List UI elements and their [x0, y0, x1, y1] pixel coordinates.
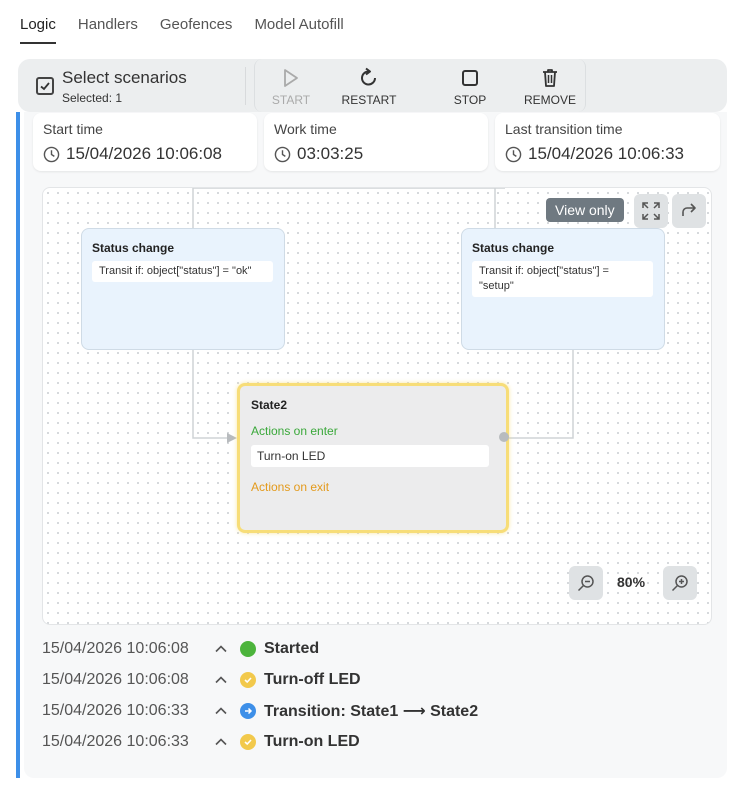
select-scenarios-title: Select scenarios [62, 68, 187, 87]
scenario-canvas[interactable]: View only Status change Transit if: obje… [42, 187, 712, 625]
stop-icon [460, 67, 480, 89]
actions-on-enter-label: Actions on enter [251, 424, 338, 438]
log-text: Started [264, 640, 320, 657]
action-check-icon [240, 734, 256, 750]
start-time-value: 15/04/2026 10:06:08 [66, 144, 222, 163]
start-time-label: Start time [43, 121, 103, 137]
work-time-value: 03:03:25 [297, 144, 364, 163]
expand-icon [642, 202, 660, 220]
restart-label: RESTART [341, 93, 397, 107]
zoom-level: 80% [617, 574, 646, 590]
tab-logic[interactable]: Logic [20, 14, 56, 44]
log-time: 15/04/2026 10:06:08 [42, 671, 189, 688]
node-condition: Transit if: object["status"] = "ok" [92, 261, 273, 282]
status-change-node-left[interactable]: Status change Transit if: object["status… [81, 228, 285, 350]
restart-icon [358, 67, 380, 89]
log-text: Turn-on LED [264, 733, 360, 750]
actions-on-exit-label: Actions on exit [251, 480, 330, 494]
tab-handlers[interactable]: Handlers [78, 14, 138, 44]
check-icon [40, 82, 50, 91]
last-transition-label: Last transition time [505, 121, 623, 137]
remove-button[interactable]: REMOVE [510, 67, 590, 107]
log-time: 15/04/2026 10:06:08 [42, 640, 189, 657]
clock-icon [505, 146, 522, 162]
chevron-up-icon[interactable] [214, 642, 228, 656]
remove-label: REMOVE [523, 93, 576, 107]
chevron-up-icon[interactable] [214, 735, 228, 749]
last-transition-value-row: 15/04/2026 10:06:33 [505, 144, 684, 164]
start-time-value-row: 15/04/2026 10:06:08 [43, 144, 222, 164]
state-title: State2 [251, 398, 288, 412]
state-output-port[interactable] [499, 432, 509, 442]
log-time: 15/04/2026 10:06:33 [42, 733, 189, 750]
zoom-out-icon [577, 575, 594, 592]
scenario-panel-body: Start time 15/04/2026 10:06:08 Work time… [24, 112, 727, 778]
log-row[interactable]: 15/04/2026 10:06:08 Turn-off LED [42, 667, 361, 693]
last-transition-value: 15/04/2026 10:06:33 [528, 144, 684, 163]
stop-label: STOP [453, 93, 487, 107]
started-status-icon [240, 641, 256, 657]
play-icon [281, 67, 301, 89]
enter-action: Turn-on LED [251, 445, 489, 467]
zoom-out-button[interactable] [569, 566, 603, 600]
zoom-in-button[interactable] [663, 566, 697, 600]
node-condition: Transit if: object["status"] = "setup" [472, 261, 653, 297]
zoom-in-icon [671, 575, 688, 592]
toolbar-divider [245, 67, 246, 105]
log-text: Transition: State1 ⟶ State2 [264, 703, 479, 720]
start-button[interactable]: START [251, 67, 331, 107]
start-label: START [271, 93, 311, 107]
state-node[interactable]: State2 Actions on enter Turn-on LED Acti… [237, 383, 509, 533]
chevron-up-icon[interactable] [214, 673, 228, 687]
log-row[interactable]: 15/04/2026 10:06:33 Turn-on LED [42, 729, 360, 755]
work-time-value-row: 03:03:25 [274, 144, 363, 164]
tab-geofences[interactable]: Geofences [160, 14, 233, 44]
select-scenarios[interactable]: Select scenarios Selected: 1 [36, 68, 187, 105]
redo-icon [682, 203, 696, 216]
last-transition-card: Last transition time 15/04/2026 10:06:33 [495, 113, 720, 171]
work-time-label: Work time [274, 121, 337, 137]
view-only-badge: View only [546, 198, 624, 222]
select-scenarios-checkbox[interactable] [36, 77, 54, 95]
selected-count: Selected: 1 [62, 91, 123, 105]
scenario-panel: Start time 15/04/2026 10:06:08 Work time… [16, 112, 727, 778]
tab-bar: Logic Handlers Geofences Model Autofill [20, 14, 344, 44]
clock-icon [274, 146, 291, 162]
log-time: 15/04/2026 10:06:33 [42, 702, 189, 719]
log-row[interactable]: 15/04/2026 10:06:33 Transition: State1 ⟶… [42, 698, 478, 724]
node-title: Status change [92, 241, 175, 255]
transition-arrow-icon [240, 703, 256, 719]
restart-button[interactable]: RESTART [329, 67, 409, 107]
work-time-card: Work time 03:03:25 [264, 113, 488, 171]
log-text: Turn-off LED [264, 671, 361, 688]
stop-button[interactable]: STOP [430, 67, 510, 107]
trash-icon [540, 67, 560, 89]
tab-model-autofill[interactable]: Model Autofill [254, 14, 343, 44]
status-change-node-right[interactable]: Status change Transit if: object["status… [461, 228, 665, 350]
action-check-icon [240, 672, 256, 688]
redo-button[interactable] [672, 194, 706, 228]
chevron-up-icon[interactable] [214, 704, 228, 718]
fullscreen-button[interactable] [634, 194, 668, 228]
clock-icon [43, 146, 60, 162]
scenario-actions: START RESTART STOP REMOVE [254, 59, 586, 112]
log-row[interactable]: 15/04/2026 10:06:08 Started [42, 636, 319, 662]
node-title: Status change [472, 241, 555, 255]
scenario-toolbar: Select scenarios Selected: 1 START RESTA… [18, 59, 727, 112]
start-time-card: Start time 15/04/2026 10:06:08 [33, 113, 257, 171]
